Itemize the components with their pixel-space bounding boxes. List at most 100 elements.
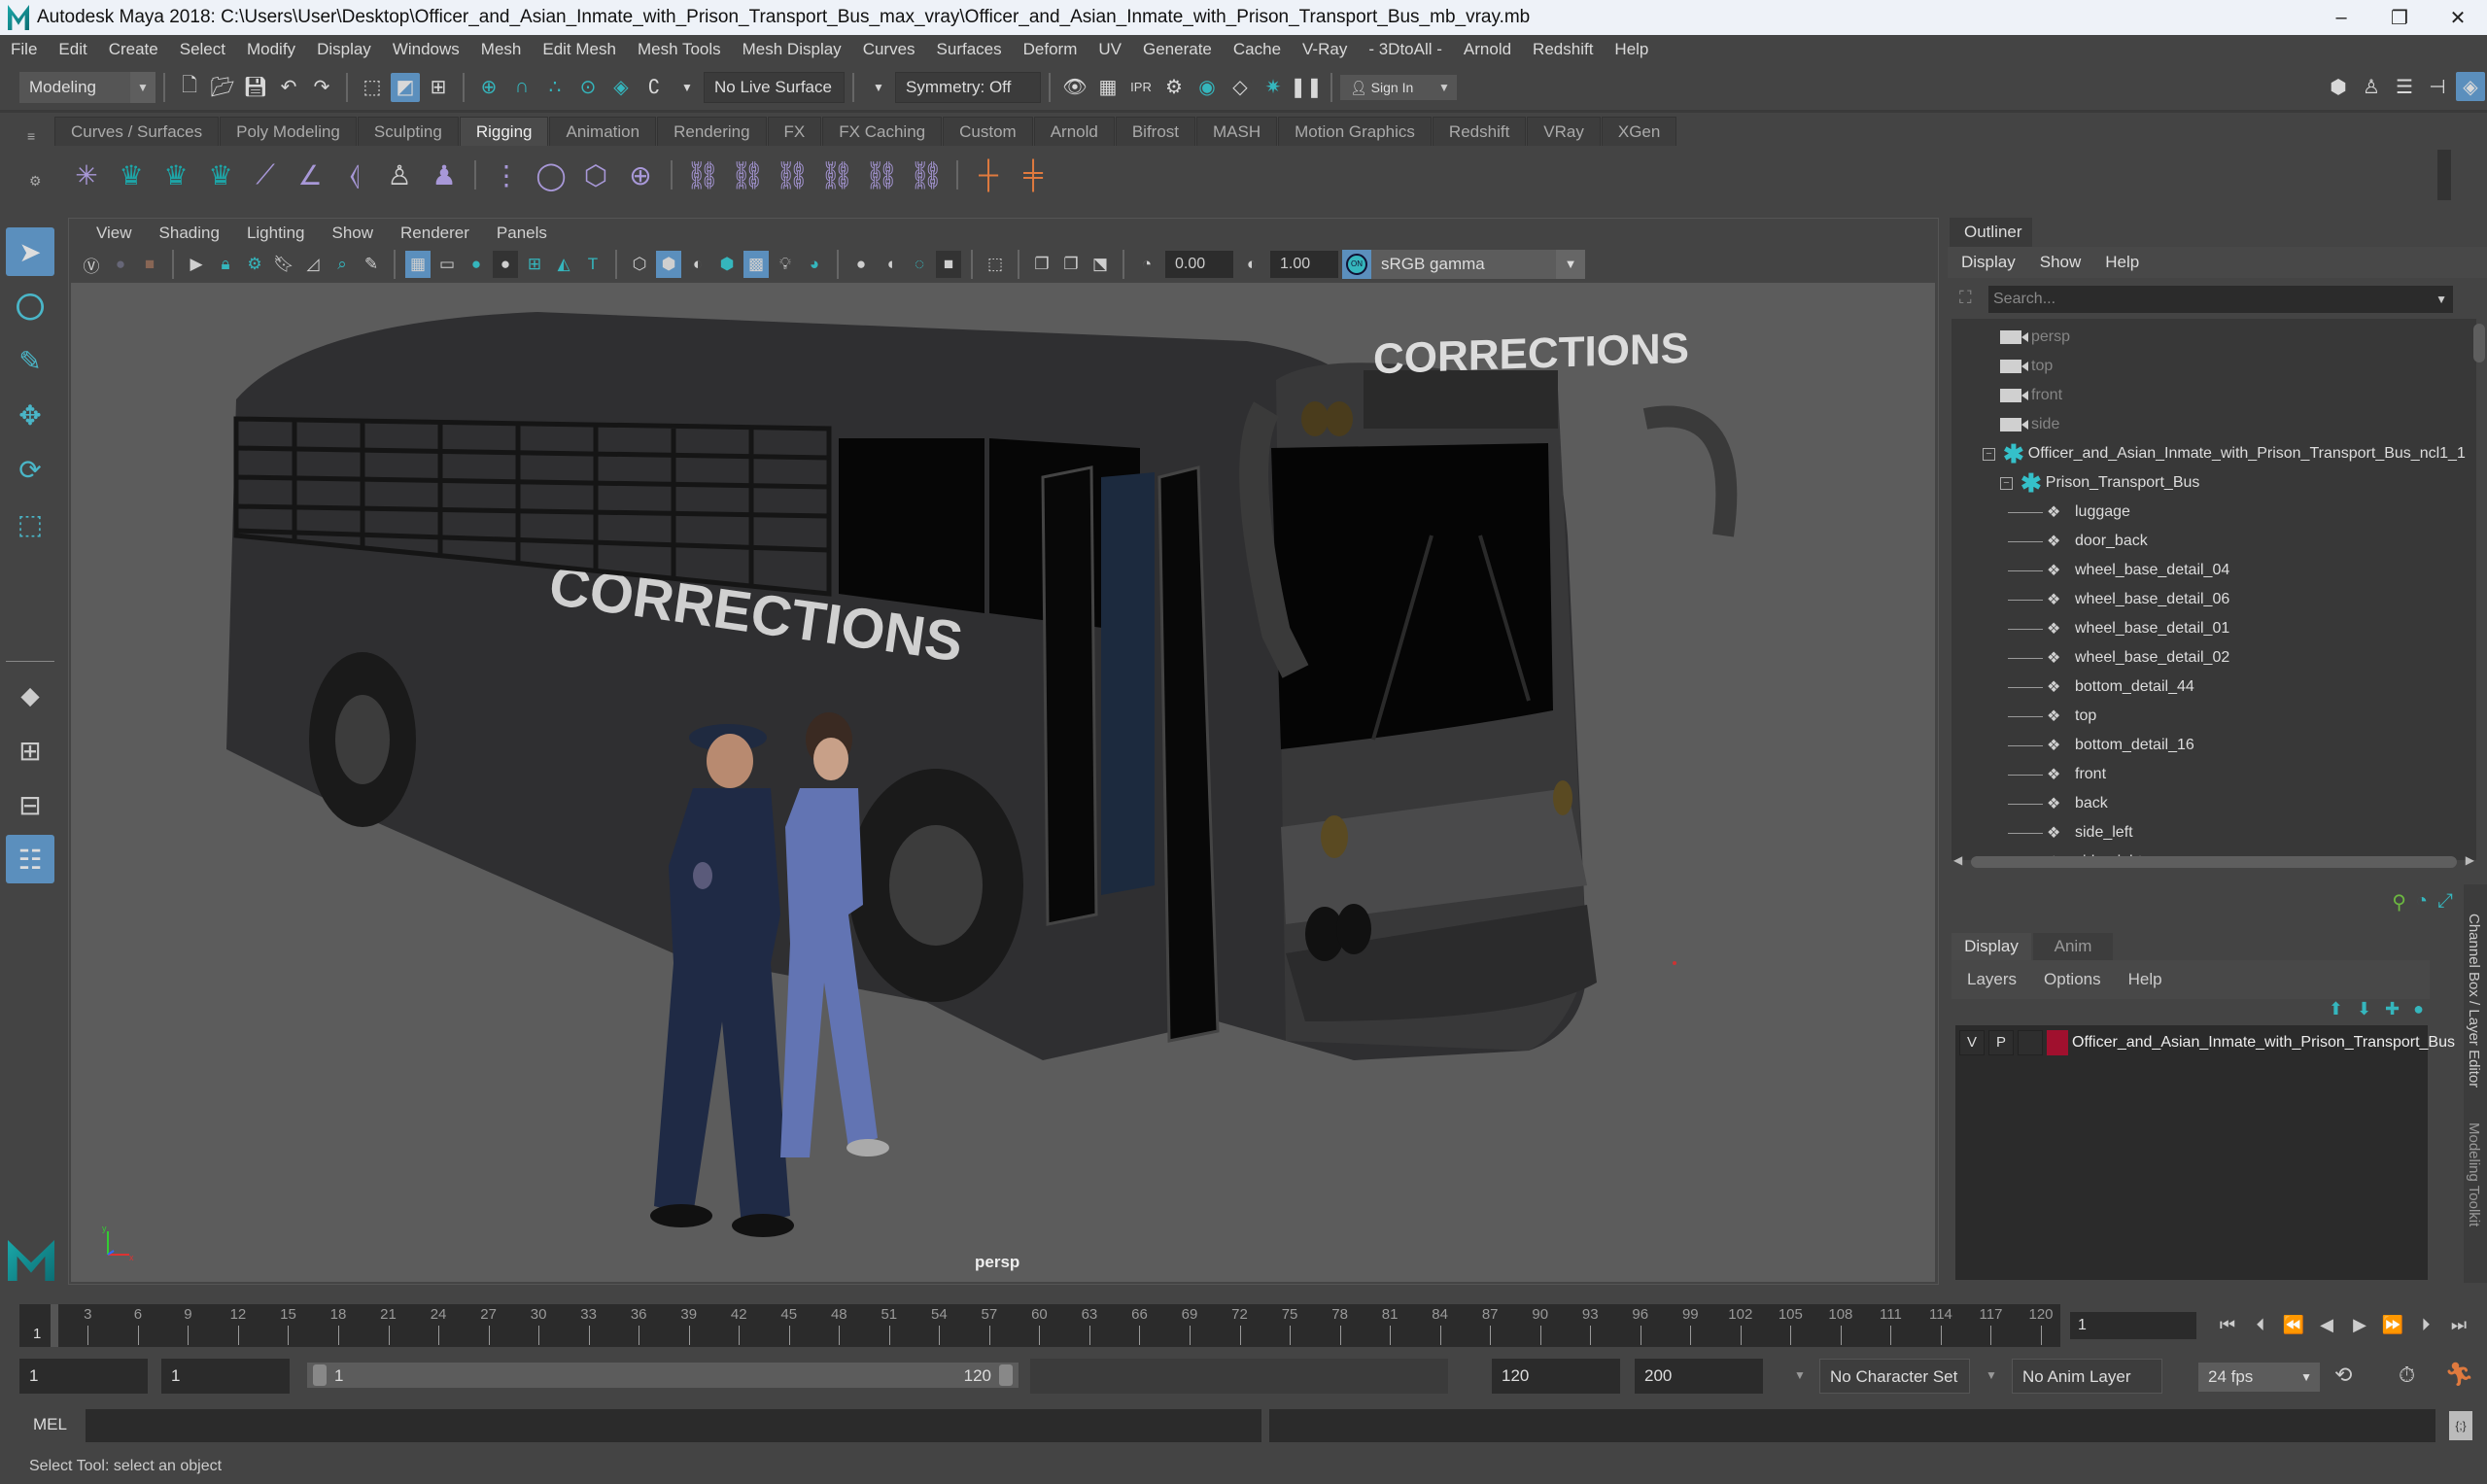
shelf-tab-animation[interactable]: Animation bbox=[549, 117, 657, 146]
tool-settings-icon[interactable]: ⊣ bbox=[2423, 72, 2452, 101]
undo-icon[interactable]: ↶ bbox=[274, 73, 303, 102]
ipr-render-icon[interactable]: IPR bbox=[1126, 73, 1156, 102]
menu-surfaces[interactable]: Surfaces bbox=[926, 40, 1013, 59]
redo-icon[interactable]: ↷ bbox=[307, 73, 336, 102]
move-tool-icon[interactable]: ✥ bbox=[6, 391, 54, 439]
pause-viewport-icon[interactable]: ❚❚ bbox=[1290, 73, 1323, 102]
play-backwards-icon[interactable]: ◀ bbox=[2310, 1310, 2343, 1339]
rotate-tool-icon[interactable]: ⟳ bbox=[6, 445, 54, 494]
menu-uv[interactable]: UV bbox=[1088, 40, 1132, 59]
joint-tool-icon[interactable]: ✳ bbox=[64, 151, 109, 199]
screen-space-ao-icon[interactable]: ● bbox=[848, 251, 874, 278]
go-to-end-icon[interactable]: ⏭ bbox=[2442, 1310, 2475, 1339]
skeleton-icon[interactable]: ♙ bbox=[377, 151, 422, 199]
shelf-tab-custom[interactable]: Custom bbox=[943, 117, 1033, 146]
image-plane-icon[interactable]: ◿ bbox=[300, 251, 326, 278]
human-ik-icon[interactable]: ♙ bbox=[2357, 72, 2386, 101]
shelf-tab-bifrost[interactable]: Bifrost bbox=[1115, 117, 1196, 146]
scale-tool-icon[interactable]: ⬚ bbox=[6, 500, 54, 548]
vray-icon[interactable]: Ⓥ bbox=[79, 251, 104, 278]
chevron-down-icon[interactable]: ▼ bbox=[1986, 1368, 1997, 1382]
paint-weights-icon[interactable]: ⋮ bbox=[484, 151, 529, 199]
script-editor-icon[interactable]: {;} bbox=[2449, 1411, 2472, 1440]
textured-icon[interactable]: ▩ bbox=[743, 251, 769, 278]
3d-viewport[interactable]: CORRECTIONS CORRECTIONS y x persp bbox=[71, 283, 1935, 1282]
menu-vray[interactable]: V-Ray bbox=[1292, 40, 1358, 59]
shelf-tab-curves-surfaces[interactable]: Curves / Surfaces bbox=[54, 117, 220, 146]
xray-active-components-icon[interactable]: ❐ bbox=[1058, 251, 1084, 278]
menu-mesh[interactable]: Mesh bbox=[470, 40, 533, 59]
channel-box-icon[interactable]: ⚲ bbox=[2392, 890, 2406, 915]
outliner-vertical-scrollbar[interactable] bbox=[2473, 324, 2485, 362]
outliner-item-mesh[interactable]: ❖ wheel_base_detail_04 bbox=[2008, 556, 2476, 585]
snap-to-point-icon[interactable]: ∴ bbox=[540, 73, 570, 102]
snap-to-grid-icon[interactable]: ⊕ bbox=[474, 73, 503, 102]
outliner-item-mesh[interactable]: ❖ front bbox=[2008, 760, 2476, 789]
outliner-item-top[interactable]: top bbox=[2000, 352, 2476, 381]
layer-visibility-toggle[interactable]: V bbox=[1959, 1030, 1985, 1055]
step-forward-key-icon[interactable]: ⏩ bbox=[2376, 1310, 2409, 1339]
play-forwards-icon[interactable]: ▶ bbox=[2343, 1310, 2376, 1339]
film-gate-icon[interactable]: ▭ bbox=[434, 251, 460, 278]
cluster-icon[interactable]: ◯ bbox=[529, 151, 573, 199]
smooth-shade-icon[interactable]: ⬢ bbox=[656, 251, 681, 278]
menu-display[interactable]: Display bbox=[306, 40, 382, 59]
safe-action-icon[interactable]: ◭ bbox=[551, 251, 576, 278]
camera-attributes-icon[interactable]: ⚙ bbox=[242, 251, 267, 278]
outliner-item-mesh[interactable]: ❖ back bbox=[2008, 789, 2476, 818]
animation-preferences-icon[interactable]: 🏃︎ bbox=[2444, 1361, 2473, 1389]
make-live-icon[interactable]: ◈ bbox=[606, 73, 636, 102]
layer-type-toggle[interactable] bbox=[2018, 1030, 2043, 1055]
outliner-search-input[interactable]: Search... ▼ bbox=[1988, 286, 2453, 313]
render-current-frame-icon[interactable]: ▦ bbox=[1093, 73, 1123, 102]
scale-constraint-icon[interactable]: ⛓ bbox=[814, 151, 859, 199]
shelf-tab-fx-caching[interactable]: FX Caching bbox=[822, 117, 943, 146]
select-camera-icon[interactable]: ▶ bbox=[184, 251, 209, 278]
save-scene-icon[interactable]: 💾︎ bbox=[241, 73, 270, 102]
outliner-menu-display[interactable]: Display bbox=[1948, 253, 2026, 272]
shelf-tab-sculpting[interactable]: Sculpting bbox=[357, 117, 459, 146]
character-set-field[interactable]: No Character Set bbox=[1819, 1359, 1970, 1394]
panel-menu-renderer[interactable]: Renderer bbox=[387, 224, 483, 243]
outliner-item-root[interactable]: − ✱ Officer_and_Asian_Inmate_with_Prison_T… bbox=[1983, 439, 2476, 468]
modeling-toolkit-icon[interactable]: ⬢ bbox=[2324, 72, 2353, 101]
scroll-right-icon[interactable]: ▶ bbox=[2466, 853, 2474, 867]
layer-row[interactable]: V P Officer_and_Asian_Inmate_with_Prison… bbox=[1959, 1029, 2455, 1056]
point-constraint-icon[interactable]: ⛓ bbox=[725, 151, 770, 199]
menu-arnold[interactable]: Arnold bbox=[1453, 40, 1522, 59]
menu-create[interactable]: Create bbox=[98, 40, 169, 59]
safe-title-icon[interactable]: T bbox=[580, 251, 605, 278]
light-editor-icon[interactable]: ✷ bbox=[1259, 73, 1288, 102]
shelf-tab-motion-graphics[interactable]: Motion Graphics bbox=[1278, 117, 1432, 146]
grease-pencil-icon[interactable]: ✎ bbox=[359, 251, 384, 278]
xray-joints-icon[interactable]: ⬔ bbox=[1088, 251, 1113, 278]
outliner-item-mesh[interactable]: ❖ wheel_base_detail_01 bbox=[2008, 614, 2476, 643]
field-chart-icon[interactable]: ⊞ bbox=[522, 251, 547, 278]
ik-spline-icon[interactable]: ∠ bbox=[288, 151, 332, 199]
outliner-item-mesh[interactable]: ❖ wheel_base_detail_02 bbox=[2008, 643, 2476, 673]
menu-deform[interactable]: Deform bbox=[1013, 40, 1088, 59]
collapse-icon[interactable]: − bbox=[1983, 447, 1995, 461]
command-input[interactable] bbox=[86, 1409, 1261, 1442]
new-scene-icon[interactable]: 🗋 bbox=[175, 73, 204, 102]
shelf-tab-poly-modeling[interactable]: Poly Modeling bbox=[220, 117, 357, 146]
wireframe-on-shaded-icon[interactable]: ⬢ bbox=[714, 251, 740, 278]
tool-settings-icon[interactable]: ⤢ bbox=[2437, 890, 2453, 915]
command-language-label[interactable]: MEL bbox=[33, 1415, 67, 1434]
single-perspective-layout-icon[interactable]: ⬥ bbox=[6, 672, 54, 720]
use-all-lights-icon[interactable]: 💡︎ bbox=[773, 251, 798, 278]
menu-modify[interactable]: Modify bbox=[236, 40, 306, 59]
chevron-down-icon[interactable]: ▼ bbox=[2435, 286, 2447, 313]
shelf-menu-icon[interactable]: ≡ bbox=[27, 128, 35, 144]
pole-vector-constraint-icon[interactable]: ⛓ bbox=[904, 151, 949, 199]
layer-name[interactable]: Officer_and_Asian_Inmate_with_Prison_Tra… bbox=[2072, 1034, 2455, 1052]
wrap-icon[interactable]: ⊕ bbox=[618, 151, 663, 199]
shelf-tab-arnold[interactable]: Arnold bbox=[1033, 117, 1115, 146]
human-ik-rig-icon[interactable]: ♛ bbox=[154, 151, 198, 199]
current-frame-field[interactable]: 1 bbox=[2070, 1312, 2196, 1339]
outliner-menu-help[interactable]: Help bbox=[2091, 253, 2150, 272]
panel-menu-show[interactable]: Show bbox=[319, 224, 388, 243]
menu-set-dropdown[interactable]: Modeling ▼ bbox=[19, 71, 155, 103]
sign-in-dropdown[interactable]: 👤︎ Sign In ▼ bbox=[1340, 74, 1457, 100]
current-time-indicator[interactable] bbox=[51, 1304, 58, 1347]
